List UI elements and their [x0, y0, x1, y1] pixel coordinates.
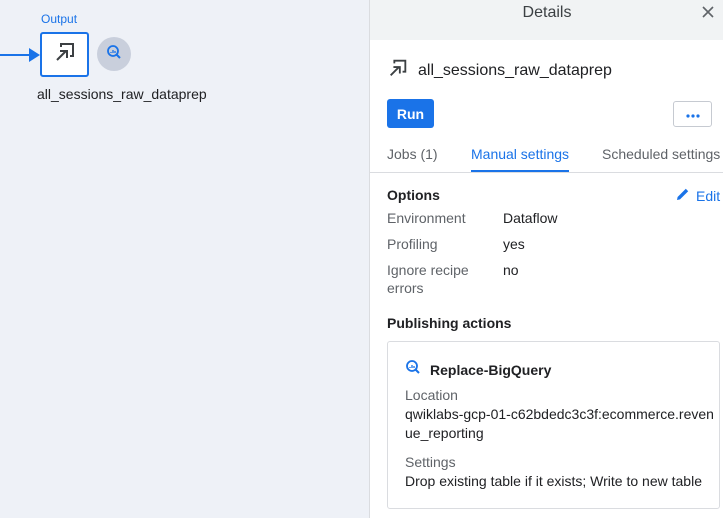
tab-scheduled-settings[interactable]: Scheduled settings — [602, 146, 720, 162]
publishing-action-card: Replace-BigQuery Location qwiklabs-gcp-0… — [387, 341, 720, 509]
tab-jobs[interactable]: Jobs (1) — [387, 146, 438, 162]
details-panel: Details all_sessions_raw_dataprep Run Jo… — [369, 0, 723, 518]
option-value-ignore-recipe-errors: no — [503, 262, 519, 278]
option-value-profiling: yes — [503, 236, 525, 252]
tab-bar: Jobs (1) Manual settings Scheduled setti… — [370, 140, 723, 173]
node-type-label: Output — [41, 12, 78, 26]
pencil-icon — [676, 187, 690, 204]
location-value: qwiklabs-gcp-01-c62bdedc3c3f:ecommerce.r… — [405, 406, 714, 441]
output-arrow-icon — [53, 40, 77, 69]
flow-edge — [0, 54, 32, 56]
settings-value: Drop existing table if it exists; Write … — [405, 473, 702, 489]
tab-manual-settings[interactable]: Manual settings — [471, 146, 570, 172]
settings-label: Settings — [405, 454, 456, 470]
close-button[interactable] — [698, 4, 718, 24]
option-label-ignore-recipe-errors: Ignore recipe errors — [387, 262, 469, 296]
more-horizontal-icon — [685, 105, 700, 123]
publishing-actions-title: Publishing actions — [387, 315, 512, 331]
bigquery-icon — [405, 359, 421, 380]
flow-canvas[interactable]: Output all_sessions_raw_dataprep — [0, 0, 369, 518]
action-name: Replace-BigQuery — [430, 361, 552, 378]
output-node[interactable] — [40, 32, 89, 77]
location-label: Location — [405, 387, 458, 403]
action-header: Replace-BigQuery — [405, 359, 551, 380]
output-name: all_sessions_raw_dataprep — [418, 61, 612, 79]
close-icon — [702, 5, 714, 23]
bigquery-icon — [106, 44, 122, 65]
more-actions-button[interactable] — [673, 101, 712, 127]
option-label-environment: Environment — [387, 210, 466, 226]
options-title: Options — [387, 187, 440, 203]
destination-chip[interactable] — [97, 37, 131, 71]
option-value-environment: Dataflow — [503, 210, 558, 226]
run-button[interactable]: Run — [387, 99, 434, 128]
output-arrow-icon — [387, 57, 409, 84]
panel-title: Details — [522, 4, 572, 21]
output-heading: all_sessions_raw_dataprep — [387, 57, 612, 84]
option-label-profiling: Profiling — [387, 236, 438, 252]
panel-header: Details — [370, 0, 723, 40]
node-name: all_sessions_raw_dataprep — [37, 86, 207, 102]
edit-options-button[interactable]: Edit — [676, 187, 720, 204]
edit-label: Edit — [696, 187, 721, 204]
flow-edge-arrowhead — [29, 48, 40, 62]
